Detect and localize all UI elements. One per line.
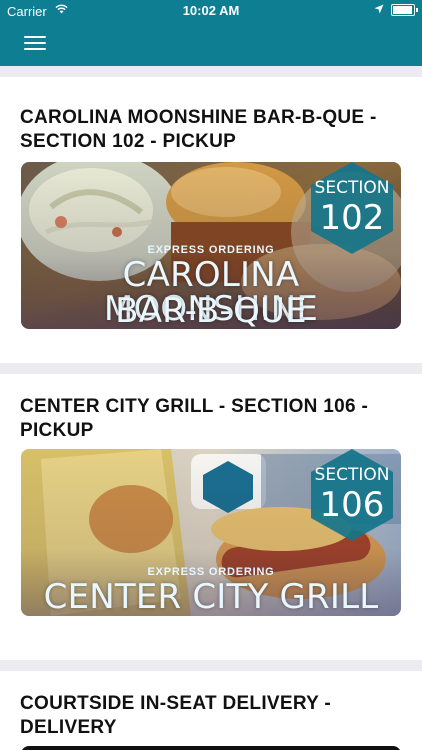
vendor-card[interactable]: COURTSIDE IN-SEAT DELIVERY - DELIVERY xyxy=(0,671,422,750)
vendor-title[interactable]: COURTSIDE IN-SEAT DELIVERY - DELIVERY xyxy=(20,692,405,740)
section-label: SECTION xyxy=(314,178,390,198)
vendor-card[interactable]: CAROLINA MOONSHINE BAR-B-QUE - SECTION 1… xyxy=(0,77,422,363)
section-badge: SECTION 102 xyxy=(309,162,395,255)
vendor-banner-image[interactable]: SECTION 106 EXPRESS ORDERING CENTER CITY… xyxy=(21,449,401,616)
vendor-name-line1: CENTER CITY GRILL xyxy=(43,577,379,616)
section-number: 106 xyxy=(319,485,385,525)
location-arrow-icon xyxy=(374,4,384,14)
battery-icon xyxy=(391,4,418,16)
section-label: SECTION xyxy=(314,465,390,485)
clock: 10:02 AM xyxy=(182,3,240,18)
app-header: Carrier 10:02 AM xyxy=(0,0,422,66)
vendor-title[interactable]: CENTER CITY GRILL - SECTION 106 - PICKUP xyxy=(20,395,405,443)
section-badge: SECTION 106 xyxy=(309,449,395,542)
menu-icon[interactable] xyxy=(24,34,46,52)
vendor-name-line2: BAR-B-QUE xyxy=(115,291,307,329)
vendor-banner-image[interactable] xyxy=(21,746,401,750)
status-bar: Carrier 10:02 AM xyxy=(0,0,422,22)
vendor-banner-image[interactable]: SECTION 102 EXPRESS ORDERING CAROLINA MO… xyxy=(21,162,401,329)
vendor-card[interactable]: CENTER CITY GRILL - SECTION 106 - PICKUP xyxy=(0,374,422,660)
vendor-title[interactable]: CAROLINA MOONSHINE BAR-B-QUE - SECTION 1… xyxy=(20,106,405,154)
section-number: 102 xyxy=(319,198,385,238)
